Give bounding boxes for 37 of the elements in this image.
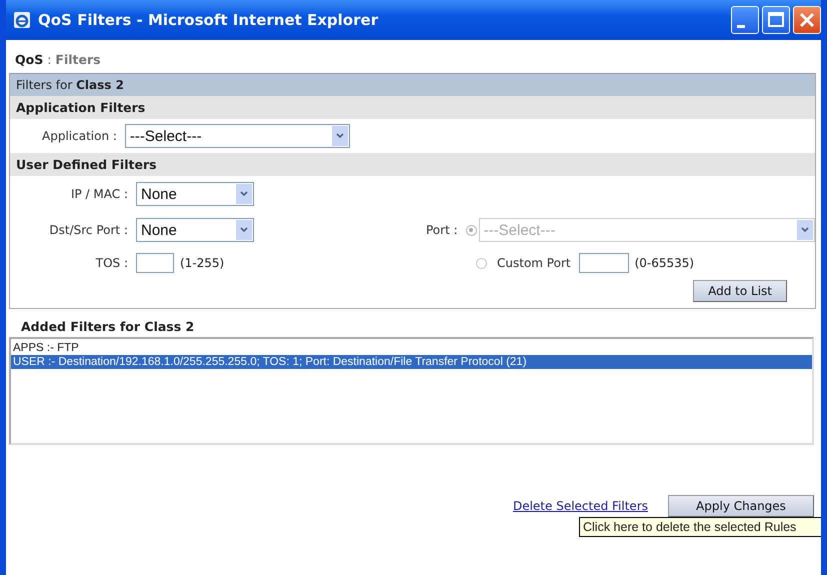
caret-icon [797, 220, 813, 240]
application-select[interactable]: ---Select--- [124, 124, 350, 148]
tooltip: Click here to delete the selected Rules [579, 517, 821, 537]
list-item[interactable]: USER :- Destination/192.168.1.0/255.255.255.0; TOS: 1; Port: Destination/File Transfer Protocol (21) [11, 355, 812, 369]
caret-icon [236, 184, 252, 204]
caret-icon [332, 126, 348, 146]
list-item[interactable]: APPS :- FTP [11, 341, 812, 355]
window-title: QoS Filters - Microsoft Internet Explorer [38, 11, 380, 29]
custom-port-input[interactable] [578, 253, 629, 273]
radio-label: Custom Port [497, 256, 571, 270]
tos-input[interactable] [136, 253, 174, 273]
field-label: Port : [426, 223, 458, 237]
section-header: User Defined Filters [10, 153, 815, 176]
field-label: Dst/Src Port : [48, 223, 128, 237]
add-to-list-button[interactable]: Add to List [693, 280, 787, 302]
close-button[interactable] [793, 6, 821, 34]
ip-mac-select[interactable]: None [136, 182, 254, 206]
section-header: Application Filters [10, 96, 815, 119]
list-heading: Added Filters for Class 2 [20, 318, 196, 336]
breadcrumb-section: QoS [15, 52, 44, 67]
breadcrumb-separator: : [47, 52, 52, 67]
minimize-icon [737, 24, 745, 28]
range-hint: (0-65535) [634, 256, 694, 270]
minimize-button[interactable] [731, 6, 759, 34]
panel-header: Filters for Class 2 [10, 73, 815, 96]
range-hint: (1-255) [180, 256, 224, 270]
field-label: Application : [42, 129, 117, 143]
field-label: IP / MAC : [70, 187, 128, 201]
maximize-button[interactable] [762, 6, 790, 34]
radio-button[interactable] [476, 258, 487, 268]
breadcrumb-page: Filters [55, 52, 101, 67]
caret-icon [236, 220, 252, 240]
browser-icon [14, 12, 30, 28]
port-type-select[interactable]: None [136, 218, 254, 242]
field-label: TOS : [94, 256, 128, 270]
apply-changes-button[interactable]: Apply Changes [668, 495, 814, 517]
delete-filters-link[interactable]: Delete Selected Filters [512, 499, 648, 513]
